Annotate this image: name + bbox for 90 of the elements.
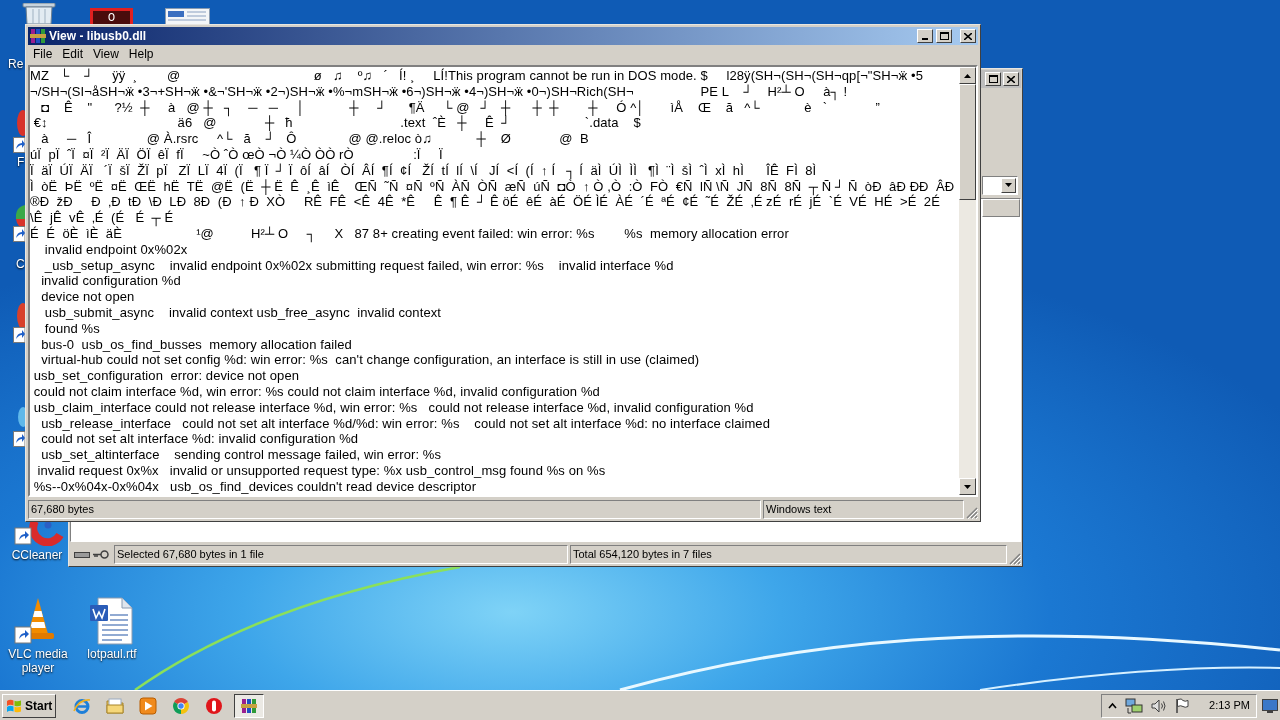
start-button[interactable]: Start [2, 693, 57, 718]
text-line: ¬/SH¬(SI¬åSH¬ӝ •3¬+SH¬ӝ •&¬'SH¬ӝ •2¬)SH¬ӝ •%¬mSH¬ӝ •6¬)SH¬ӝ •4¬)SH¬ӝ •0¬)SH¬Rich(SH¬ PE L ┘ H²┴ O à┐ ! [30, 83, 848, 100]
show-desktop-icon[interactable] [1262, 698, 1278, 713]
app-tile-icon[interactable] [90, 8, 133, 24]
text-line: usb_set_altinterface sending control message failed, win error: %s [40, 447, 442, 463]
text-line: virtual-hub could not set config %d: win error: %s can't change configuration, an interface is still in use (claimed) [40, 352, 700, 369]
status-panel: Total 654,120 bytes in 7 files [570, 545, 1007, 564]
key-icon [92, 550, 109, 559]
flag-icon[interactable] [1175, 698, 1190, 713]
resize-grip-icon[interactable] [966, 507, 978, 519]
app-shortcut-icon[interactable] [13, 405, 25, 448]
text-line: %s--0x%04x-0x%04x usb_os_find_devices couldn't read device descriptor [32, 478, 477, 495]
browser-icon[interactable] [73, 696, 92, 715]
maximize-icon [988, 75, 998, 83]
file-icon[interactable] [165, 8, 210, 24]
text-line: invalid configuration %d [40, 273, 181, 290]
text-line: invalid endpoint 0x%02x [43, 241, 188, 258]
close-icon [964, 32, 972, 40]
maximize-icon [939, 32, 949, 40]
text-line: ®Ð žÐ Ð ‚Ð tÐ \Ð LÐ 8Ð (Ð ↑ Ð XÒ RÊ FÊ <Ê 4Ê *Ê Ê ¶ Ê ┘ Ê öÉ êÉ àÉ ÖÉ ÌÉ ÀÉ ´É ªÉ ¢É ˜É ŽÉ ‚É zÉ rÉ jÉ `É VÉ HÉ >É 2É [30, 194, 940, 210]
circle-bar-icon[interactable] [205, 696, 224, 715]
maximize-button[interactable] [985, 72, 1001, 86]
text-line: found %s [43, 320, 100, 337]
network-icon[interactable] [1125, 697, 1144, 714]
text-line: invalid request 0x%x invalid or unsupported request type: %x usb_control_msg found %s on %s [36, 462, 606, 479]
dropdown-button[interactable] [1001, 177, 1016, 193]
text-line: could not claim interface %d, win error: %s could not claim interface %d, invalid configuration %d [32, 383, 600, 400]
round-browser-icon[interactable] [172, 696, 191, 715]
text-line: €↕ ä6 @ ┼ ћ .text ˆÈ ┼ Ê ┘ `.data $ [32, 115, 641, 131]
drive-icon [73, 551, 90, 558]
clock[interactable]: 2:13 PM [1209, 697, 1250, 714]
chevron-up-icon[interactable] [1108, 702, 1118, 709]
icon-label: C [16, 257, 25, 271]
icon-label: Re [8, 57, 24, 71]
media-player-icon[interactable] [139, 696, 158, 715]
caret-icon [1005, 183, 1012, 187]
text-line: Ì òË ÞË ºË ¤Ë ŒË hË TË @Ë (Ë ┼ Ë Ê ¸Ê ìÊ ŒÑ ˜Ñ ¤Ñ ºÑ ÀÑ ÒÑ æÑ úÑ ◘Ò ↑ Ò ,Ò :Ò FÒ €Ñ lÑ \Ñ JÑ 8Ñ 8Ñ ┬ Ñ ┘ Ñ òÐ âÐ ÐÐ ÂÐ [30, 178, 955, 195]
icon-label: CCleaner [10, 548, 64, 562]
menu-item[interactable]: Edit [57, 46, 89, 63]
menu-item[interactable]: Help [123, 46, 159, 63]
windows-flag-icon [6, 698, 22, 713]
text-line: usb_claim_interface could not release interface %d, win error: %s could not release interface %d, invalid configuration %d [32, 399, 754, 416]
app-shortcut-icon[interactable] [14, 521, 64, 546]
menu-item[interactable]: File [28, 46, 58, 63]
text-line: usb_submit_async invalid context usb_free_async invalid context [43, 304, 442, 321]
app-shortcut-icon[interactable] [13, 205, 25, 243]
text-line: Ï äÏ ÚÏ ÄÏ ´Ï šÏ ŽÏ pÏ ZÏ LÏ 4Ï (Ï ¶ Ï ┘ Ï ôÍ âÍ ÒÍ ÂÍ ¶Í ¢Í ŽÍ tÍ lÍ \Í JÍ <Í (Í ↑ Í ┐ Í äÌ ÚÌ ÌÌ ¶Ì ¨Ì šÌ ˆÌ xÌ hÌ ÎÊ FÌ 8Ì [30, 162, 817, 179]
text-line: É É öÈ ìÈ äÈ ¹@ H²┴ O ┐ X 87 8+ creating event failed: win error: %s %s memory allocation error [30, 225, 789, 242]
text-line: bus-0 usb_os_find_busses memory allocation failed [40, 336, 352, 353]
text-line: ◘ Ê " ?½ ┼ à @ ┼ ┐ ─ ─ │ ┼ ┘ ¶Ä └ @ ┘ ┼ ┼ ┼ ┼ Ó ^│ ìÅ Œ ă ^└ è ` ” [41, 99, 880, 116]
icon-label: lotpaul.rtf [86, 647, 138, 661]
scrollbar-thumb[interactable] [959, 84, 976, 200]
resize-grip-icon[interactable] [1009, 553, 1021, 565]
column-header[interactable] [982, 199, 1020, 217]
menu-item[interactable]: View [88, 46, 124, 63]
book-stack-icon [30, 28, 46, 44]
scroll-down-button[interactable] [959, 478, 976, 495]
minimize-button[interactable] [917, 29, 933, 43]
text-line: à ─ Î @ À.rsrc ^└ ă ┘ Ô @ @.reloc ò♫ ┼ Ø @ B [40, 131, 589, 147]
minimize-icon [922, 38, 928, 40]
text-line: \Ê jÊ vÊ ‚É (É É ┬ É [30, 210, 174, 226]
down-arrow-icon [964, 484, 971, 489]
status-panel: Windows text [763, 499, 964, 519]
text-line: usb_release_interface could not set alt interface %d/%d: win error: %s could not set alt interface %d: no interface claimed [40, 415, 771, 432]
folder-icon[interactable] [106, 697, 125, 714]
app-shortcut-icon[interactable] [13, 303, 25, 344]
status-panel: 67,680 bytes [28, 499, 761, 519]
text-line: could not set alt interface %d: invalid configuration %d [40, 431, 359, 448]
scroll-up-button[interactable] [959, 67, 976, 84]
path-dropdown[interactable] [982, 175, 1018, 195]
status-panel: Selected 67,680 bytes in 1 file [114, 545, 568, 564]
window-title: View - libusb0.dll [49, 28, 148, 44]
text-line: device not open [40, 289, 135, 305]
speaker-icon[interactable] [1151, 698, 1168, 713]
text-line: usb_set_configuration error: device not open [32, 368, 300, 384]
close-icon [1007, 75, 1015, 83]
text-line: úÏ pÏ ˆÏ ¤Ï ²Ï ÄÏ ÖÏ êÏ fÏ ~Ò ˆÒ œÒ ¬Ò ¼Ò ÒÒ rÒ :Ï Ï [30, 147, 443, 163]
taskbar-button[interactable] [234, 693, 265, 718]
text-line: _usb_setup_async invalid endpoint 0x%02x submitting request failed, win error: %s invalid interface %d [43, 257, 674, 274]
icon-label: F [17, 155, 25, 169]
close-button[interactable] [1003, 72, 1019, 86]
close-button[interactable] [960, 29, 976, 43]
text-line: MZ └ ┘ ÿÿ ¸ @ ø ♫ º♫ ´ Í! ¸ LÍ!This program cannot be run in DOS mode. $ l28ÿ(SH¬(SH¬(SH¬qp[¬"SH¬ӝ •5 [30, 68, 923, 83]
icon-label: VLC media player [7, 647, 69, 675]
up-arrow-icon [964, 73, 971, 78]
maximize-button[interactable] [936, 29, 952, 43]
app-shortcut-icon[interactable] [13, 110, 25, 154]
book-stack-icon [241, 697, 258, 714]
recycle-bin-icon[interactable] [22, 3, 56, 24]
document-icon[interactable] [88, 597, 136, 645]
